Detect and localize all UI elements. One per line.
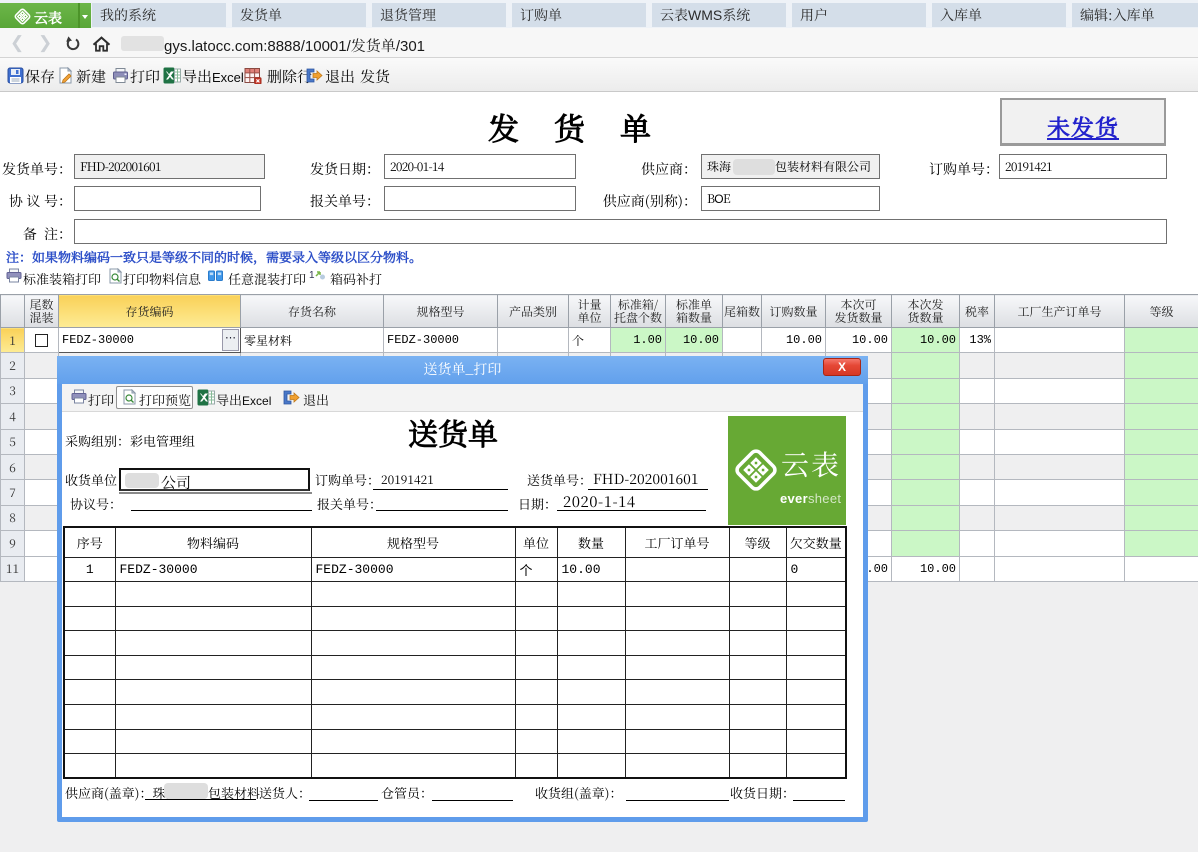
svg-text:1: 1 — [309, 270, 315, 281]
